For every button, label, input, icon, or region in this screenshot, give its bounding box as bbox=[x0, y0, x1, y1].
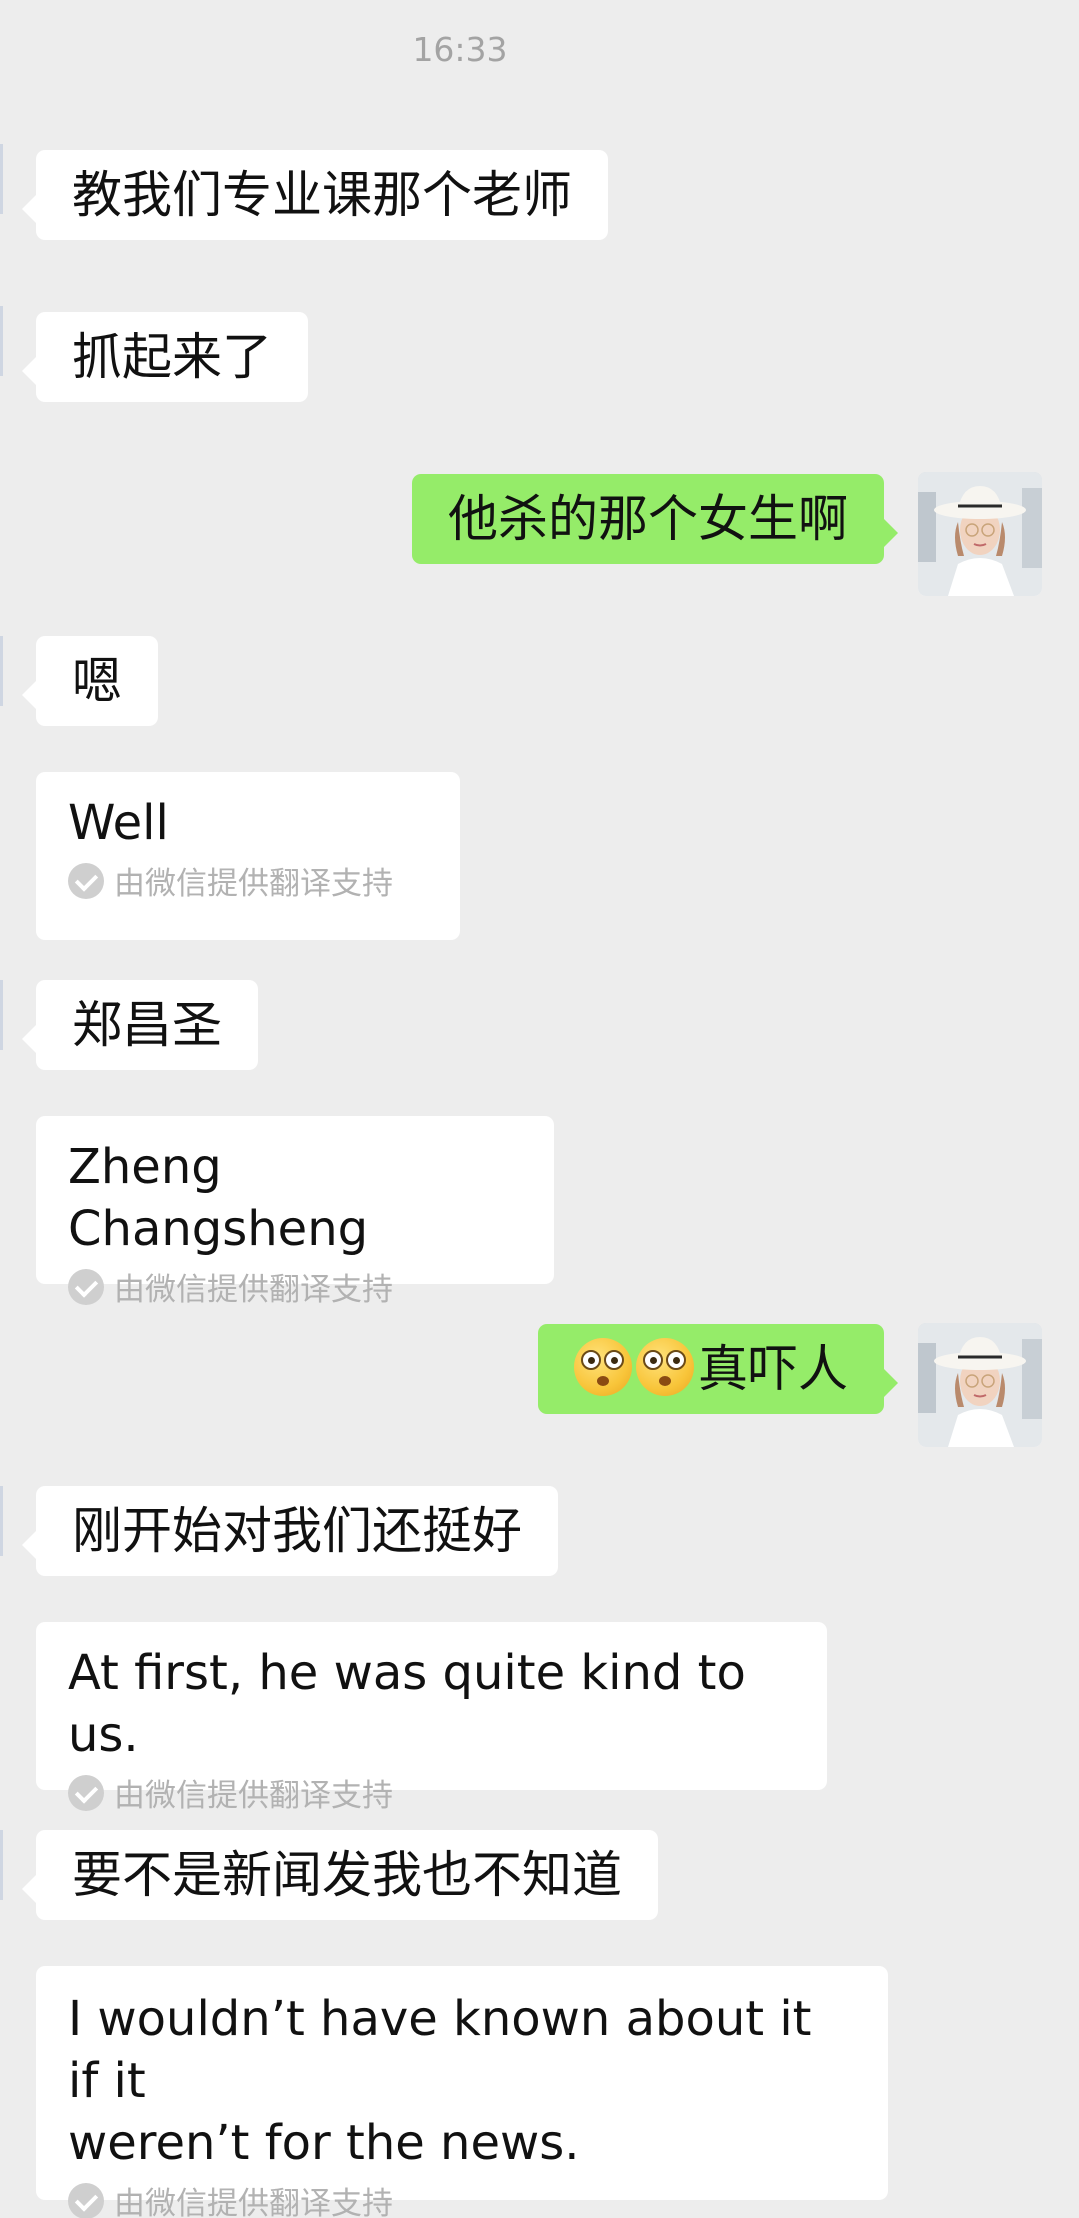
message-text: 郑昌圣 bbox=[72, 996, 222, 1054]
flushed-face-icon bbox=[636, 1338, 694, 1396]
incoming-sender-edge bbox=[0, 1486, 3, 1556]
incoming-message-bubble[interactable]: 要不是新闻发我也不知道 bbox=[22, 1830, 658, 1920]
translation-text: At first, he was quite kind to us. bbox=[68, 1645, 746, 1763]
translation-attribution: 由微信提供翻译支持 bbox=[68, 1770, 795, 1815]
chat-view: 16:33 教我们专业课那个老师 抓起来了 他杀的那个女生啊 嗯 Well 由微… bbox=[0, 0, 1079, 2218]
avatar-image bbox=[918, 1323, 1042, 1447]
incoming-sender-edge bbox=[0, 1830, 3, 1900]
translation-attribution-text: 由微信提供翻译支持 bbox=[114, 1778, 393, 1814]
translation-attribution: 由微信提供翻译支持 bbox=[68, 2178, 856, 2218]
incoming-sender-edge bbox=[0, 144, 3, 214]
outgoing-message-bubble[interactable]: 他杀的那个女生啊 bbox=[412, 474, 898, 564]
outgoing-message-bubble[interactable]: 真吓人 bbox=[538, 1324, 898, 1414]
translation-attribution-text: 由微信提供翻译支持 bbox=[114, 866, 393, 902]
translation-card[interactable]: I wouldn’t have known about it if it wer… bbox=[36, 1966, 888, 2218]
incoming-message-bubble[interactable]: 嗯 bbox=[22, 636, 158, 726]
translation-attribution-text: 由微信提供翻译支持 bbox=[114, 1272, 393, 1308]
translation-card[interactable]: At first, he was quite kind to us. 由微信提供… bbox=[36, 1622, 827, 1814]
incoming-sender-edge bbox=[0, 306, 3, 376]
message-text: 刚开始对我们还挺好 bbox=[72, 1502, 522, 1560]
user-avatar[interactable] bbox=[918, 1323, 1042, 1447]
message-text: 要不是新闻发我也不知道 bbox=[72, 1846, 622, 1904]
incoming-sender-edge bbox=[0, 980, 3, 1050]
check-circle-icon bbox=[68, 1774, 104, 1811]
incoming-message-bubble[interactable]: 教我们专业课那个老师 bbox=[22, 150, 608, 240]
incoming-sender-edge bbox=[0, 636, 3, 706]
message-text: 真吓人 bbox=[698, 1340, 848, 1398]
avatar-image bbox=[918, 472, 1042, 596]
message-timestamp: 16:33 bbox=[412, 30, 508, 69]
check-circle-icon bbox=[68, 862, 104, 899]
message-text: 嗯 bbox=[72, 652, 122, 710]
incoming-message-bubble[interactable]: 郑昌圣 bbox=[22, 980, 258, 1070]
message-text: 抓起来了 bbox=[72, 328, 272, 386]
check-circle-icon bbox=[68, 1268, 104, 1305]
translation-text: Well bbox=[68, 795, 169, 851]
message-text: 教我们专业课那个老师 bbox=[72, 166, 572, 224]
flushed-face-icon bbox=[574, 1338, 632, 1396]
translation-attribution: 由微信提供翻译支持 bbox=[68, 858, 428, 903]
message-text: 他杀的那个女生啊 bbox=[448, 490, 848, 548]
translation-attribution-text: 由微信提供翻译支持 bbox=[114, 2186, 393, 2218]
user-avatar[interactable] bbox=[918, 472, 1042, 596]
translation-text: I wouldn’t have known about it if it wer… bbox=[68, 1991, 812, 2171]
translation-attribution: 由微信提供翻译支持 bbox=[68, 1264, 522, 1309]
translation-card[interactable]: Well 由微信提供翻译支持 bbox=[36, 772, 460, 940]
translation-text: Zheng Changsheng bbox=[68, 1139, 369, 1257]
check-circle-icon bbox=[68, 2182, 104, 2218]
translation-card[interactable]: Zheng Changsheng 由微信提供翻译支持 bbox=[36, 1116, 554, 1308]
incoming-message-bubble[interactable]: 抓起来了 bbox=[22, 312, 308, 402]
incoming-message-bubble[interactable]: 刚开始对我们还挺好 bbox=[22, 1486, 558, 1576]
